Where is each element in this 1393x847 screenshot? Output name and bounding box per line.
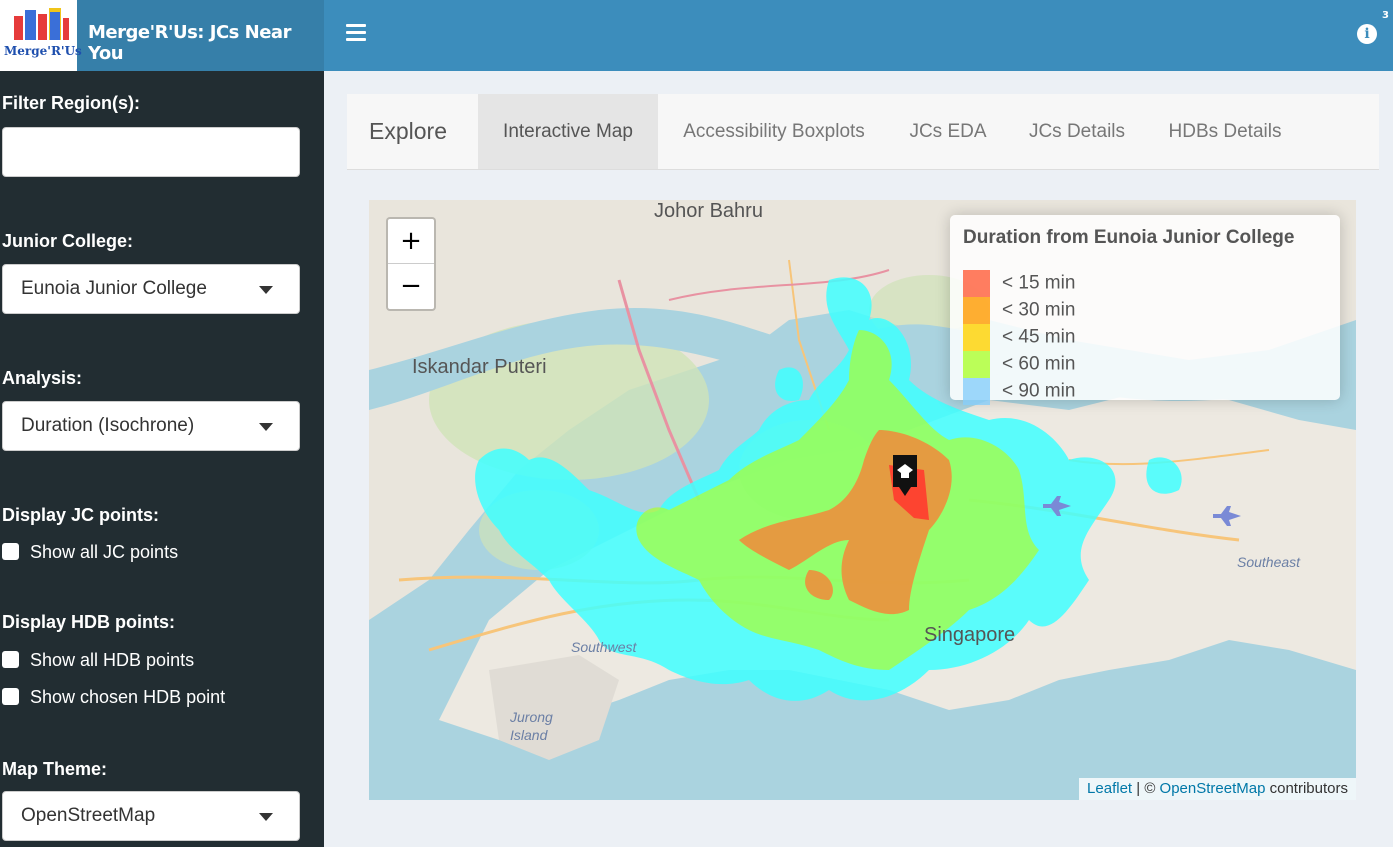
legend-swatch — [963, 378, 990, 405]
show-all-hdb-checkbox[interactable]: Show all HDB points — [2, 650, 194, 671]
show-chosen-hdb-text: Show chosen HDB point — [30, 687, 226, 707]
checkbox-icon[interactable] — [2, 651, 19, 668]
checkbox-icon[interactable] — [2, 543, 19, 560]
legend-item: < 60 min — [963, 351, 1075, 378]
legend-swatch — [963, 324, 990, 351]
tab-bar: Explore Interactive Map Accessibility Bo… — [347, 94, 1379, 170]
tab-interactive-map[interactable]: Interactive Map — [478, 94, 658, 169]
logo-text: Merge'R'Us — [4, 44, 82, 58]
app-logo[interactable]: Merge'R'Us — [0, 0, 82, 71]
header-logo-area: Merge'R'Us Merge'R'Us: JCs Near You — [0, 0, 324, 71]
legend-label: < 90 min — [1002, 380, 1076, 402]
tab-hdbs-details[interactable]: HDBs Details — [1155, 94, 1295, 169]
map-attribution: Leaflet | © OpenStreetMap contributors — [1079, 778, 1356, 800]
show-all-jc-checkbox[interactable]: Show all JC points — [2, 542, 178, 563]
show-chosen-hdb-checkbox[interactable]: Show chosen HDB point — [2, 687, 225, 708]
top-navbar: i 3 — [324, 0, 1393, 71]
map-theme-value: OpenStreetMap — [21, 805, 156, 826]
map-label-iskandar-puteri: Iskandar Puteri — [412, 356, 547, 378]
map-legend: Duration from Eunoia Junior College < 15… — [950, 215, 1340, 405]
junior-college-label: Junior College: — [2, 231, 134, 251]
caret-down-icon — [259, 286, 273, 294]
info-icon[interactable]: i — [1357, 24, 1377, 44]
info-badge: 3 — [1382, 10, 1389, 21]
zoom-control: + − — [386, 217, 436, 311]
checkbox-icon[interactable] — [2, 688, 19, 705]
map-label-southwest: Southwest — [571, 639, 637, 655]
legend-item: < 90 min — [963, 378, 1075, 405]
legend-title: Duration from Eunoia Junior College — [963, 227, 1295, 248]
map-label-jurong-island: Jurong Island — [510, 709, 553, 743]
tab-jcs-eda[interactable]: JCs EDA — [897, 94, 999, 169]
attribution-separator: | © — [1132, 780, 1160, 797]
display-jc-label: Display JC points: — [2, 505, 160, 525]
map-theme-select[interactable]: OpenStreetMap — [2, 791, 300, 841]
zoom-in-button[interactable]: + — [388, 219, 434, 264]
legend-swatch — [963, 351, 990, 378]
interactive-map[interactable]: Johor Bahru Iskandar Puteri Singapore So… — [369, 200, 1356, 800]
tab-bar-title: Explore — [369, 118, 447, 144]
filter-region-label: Filter Region(s): — [2, 93, 140, 113]
legend-item: < 30 min — [963, 297, 1075, 324]
map-label-southeast: Southeast — [1237, 554, 1301, 570]
app-title: Merge'R'Us: JCs Near You — [88, 22, 291, 64]
filter-region-input[interactable] — [2, 127, 300, 177]
show-all-hdb-text: Show all HDB points — [30, 650, 195, 670]
sidebar: Filter Region(s): Junior College: Eunoia… — [0, 71, 324, 847]
junior-college-select[interactable]: Eunoia Junior College — [2, 264, 300, 314]
show-all-jc-text: Show all JC points — [30, 542, 179, 562]
openstreetmap-link[interactable]: OpenStreetMap — [1160, 780, 1266, 797]
caret-down-icon — [259, 813, 273, 821]
tab-jcs-details[interactable]: JCs Details — [1015, 94, 1139, 169]
analysis-label: Analysis: — [2, 368, 83, 388]
tab-accessibility-boxplots[interactable]: Accessibility Boxplots — [663, 94, 885, 169]
analysis-select[interactable]: Duration (Isochrone) — [2, 401, 300, 451]
legend-swatch — [963, 297, 990, 324]
zoom-out-button[interactable]: − — [388, 264, 434, 308]
map-theme-label: Map Theme: — [2, 759, 108, 779]
legend-swatch — [963, 270, 990, 297]
legend-label: < 60 min — [1002, 353, 1076, 375]
legend-item: < 45 min — [963, 324, 1075, 351]
caret-down-icon — [259, 423, 273, 431]
legend-label: < 30 min — [1002, 299, 1076, 321]
junior-college-value: Eunoia Junior College — [21, 278, 207, 299]
map-label-johor-bahru: Johor Bahru — [654, 200, 763, 222]
legend-label: < 15 min — [1002, 272, 1076, 294]
attribution-suffix: contributors — [1265, 780, 1348, 797]
legend-label: < 45 min — [1002, 326, 1076, 348]
map-label-singapore: Singapore — [924, 624, 1016, 646]
legend-item: < 15 min — [963, 270, 1075, 297]
sidebar-toggle-icon[interactable] — [346, 24, 366, 44]
leaflet-link[interactable]: Leaflet — [1087, 780, 1132, 797]
analysis-value: Duration (Isochrone) — [21, 415, 195, 436]
display-hdb-label: Display HDB points: — [2, 612, 176, 632]
